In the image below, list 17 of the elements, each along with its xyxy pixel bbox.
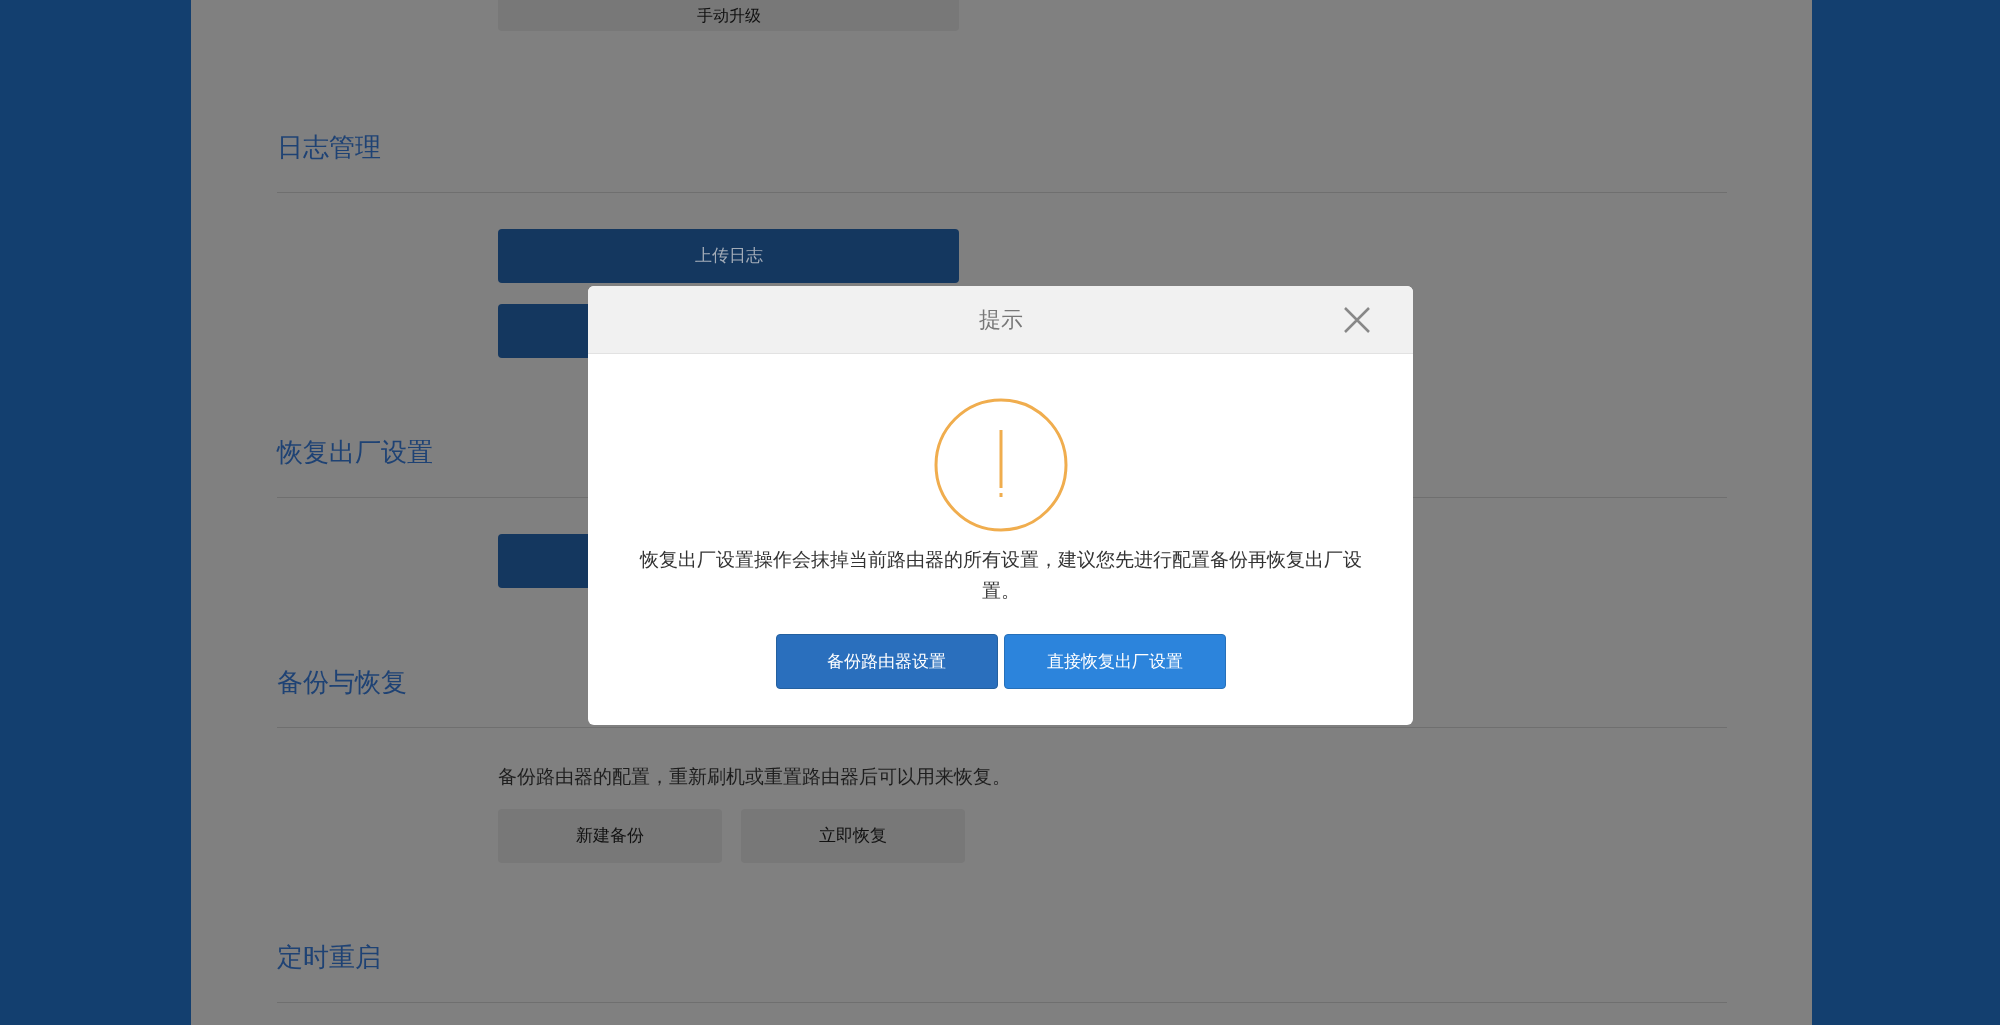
warning-icon — [933, 398, 1068, 532]
section-title: 定时重启 — [277, 942, 381, 972]
close-icon[interactable] — [1343, 306, 1371, 334]
description-text: 备份路由器的配置，重新刷机或重置路由器后可以用来恢复。 — [498, 764, 1012, 788]
action-button[interactable] — [498, 304, 588, 358]
dialog-button[interactable]: 备份路由器设置 — [775, 634, 998, 689]
action-button[interactable]: 立即恢复 — [741, 809, 965, 863]
dialog-button[interactable]: 直接恢复出厂设置 — [1003, 634, 1226, 689]
dialog-title: 提示 — [978, 306, 1023, 334]
action-button[interactable]: 手动升级 — [498, 0, 959, 31]
section-title: 备份与恢复 — [277, 667, 407, 697]
section-title: 恢复出厂设置 — [277, 437, 433, 467]
action-button[interactable] — [498, 534, 588, 588]
section-title: 日志管理 — [277, 132, 381, 162]
action-button[interactable]: 新建备份 — [498, 809, 722, 863]
dialog-message: 恢复出厂设置操作会抹掉当前路由器的所有设置，建议您先进行配置备份再恢复出厂设置。 — [638, 547, 1363, 603]
action-button[interactable]: 上传日志 — [498, 229, 959, 283]
